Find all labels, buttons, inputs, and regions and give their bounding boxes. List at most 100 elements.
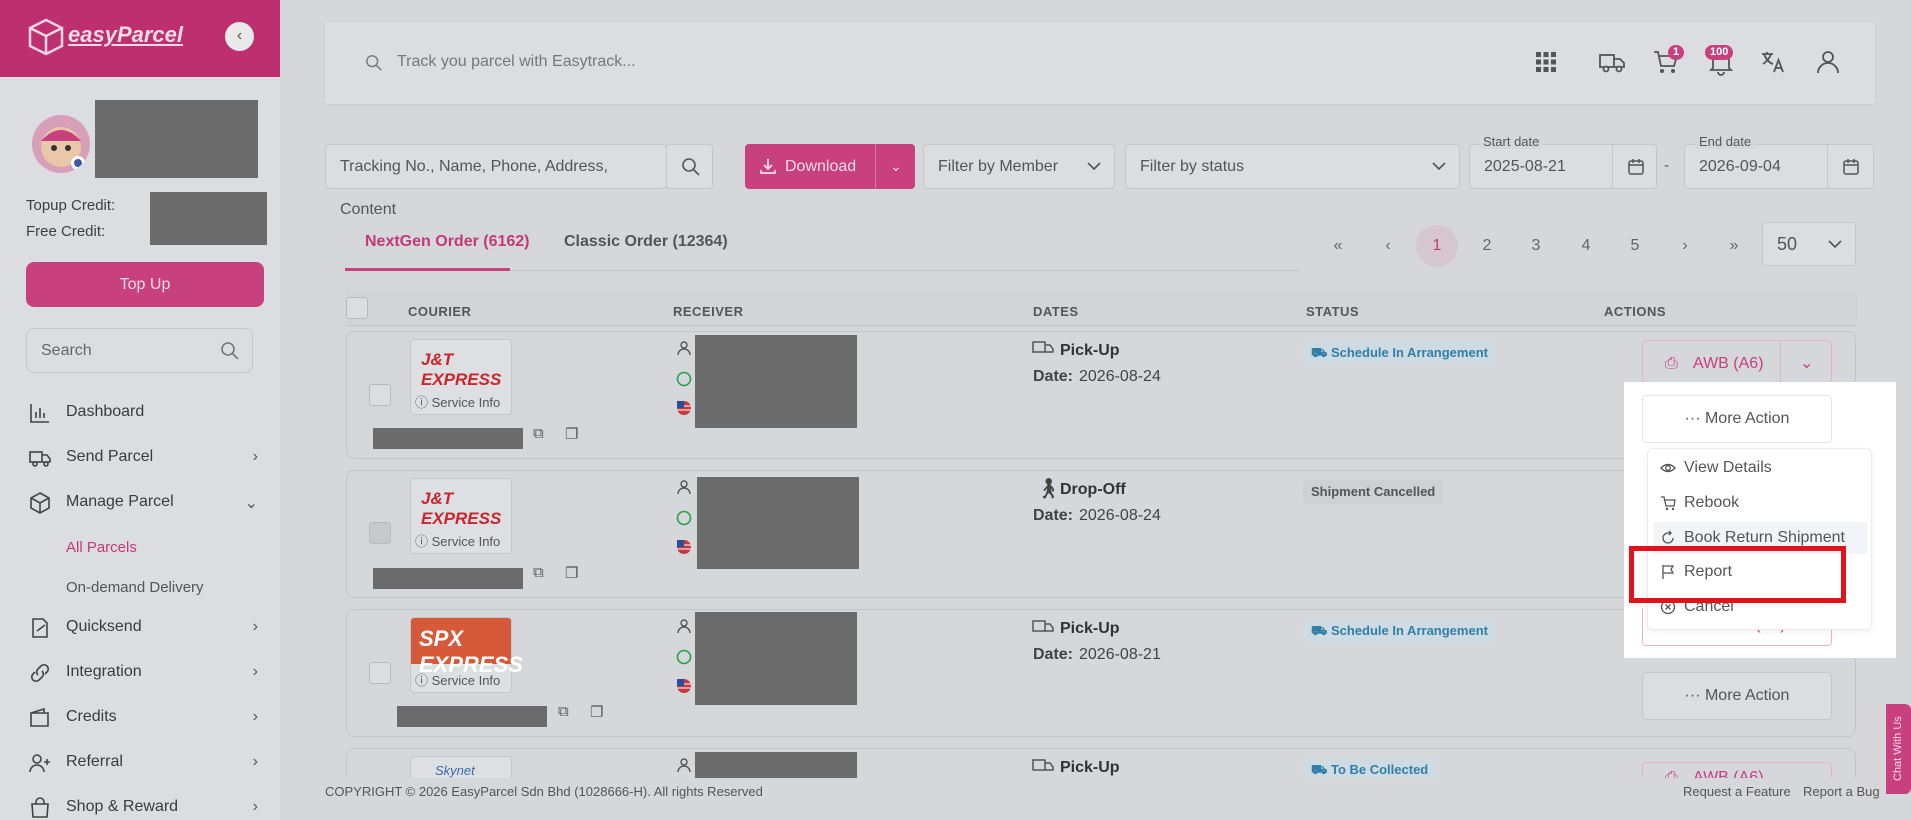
courier-logo-spx: SPX EXPRESS ⓘ Service Info [410, 617, 523, 693]
service-info-label: Service Info [431, 534, 501, 549]
avatar[interactable] [32, 115, 90, 173]
date-type: Pick-Up [1060, 620, 1120, 637]
menu-item-rebook[interactable]: Rebook [1654, 487, 1867, 519]
top-up-button[interactable]: Top Up [26, 262, 264, 307]
whatsapp-icon[interactable] [676, 510, 692, 526]
service-info-link[interactable]: ⓘ Service Info [415, 670, 500, 689]
awb-print-button[interactable]: ⎙ AWB (A6) ⌄ [1642, 340, 1832, 388]
tracking-search-button[interactable] [666, 144, 713, 189]
service-info-link[interactable]: ⓘ Service Info [415, 392, 500, 411]
sidebar-item-label: Credits [66, 708, 117, 725]
end-date-input[interactable]: 2026-09-04 [1684, 144, 1874, 189]
cart-count-badge: 1 [1668, 45, 1685, 60]
receiver-details-redacted [697, 477, 859, 569]
row-checkbox[interactable] [369, 662, 391, 684]
more-action-button[interactable]: ··· More Action [1642, 395, 1832, 443]
copy-icon[interactable]: ❐ [565, 564, 578, 582]
pagination-first[interactable]: « [1317, 225, 1359, 267]
truck-icon [1032, 759, 1054, 771]
row-checkbox[interactable] [369, 384, 391, 406]
calendar-icon[interactable] [1842, 158, 1860, 176]
copy-icon[interactable]: ❐ [565, 425, 578, 443]
truck-icon: ⛟ [1311, 345, 1331, 360]
sidebar-item-label: Manage Parcel [66, 493, 174, 510]
pagination-page-2[interactable]: 2 [1466, 225, 1508, 267]
sidebar-item-manage-parcel[interactable]: Manage Parcel ⌄ [28, 489, 258, 519]
filter-member-select[interactable]: Filter by Member [923, 144, 1115, 189]
translate-icon[interactable] [1759, 48, 1787, 76]
open-external-icon[interactable]: ⧉ [533, 425, 544, 442]
pagination-next[interactable]: › [1664, 225, 1706, 267]
courier-name: J&T EXPRESS [421, 350, 502, 389]
free-credit-label: Free Credit: [26, 223, 106, 240]
chevron-down-icon[interactable]: ⌄ [1800, 341, 1813, 387]
shopping-bag-icon [31, 797, 49, 818]
start-date-input[interactable]: 2025-08-21 [1469, 144, 1657, 189]
tab-classic-order[interactable]: Classic Order (12364) [564, 233, 728, 251]
chevron-down-icon[interactable]: ⌄ [890, 144, 902, 189]
top-header: Track you parcel with Easytrack... 1 100 [325, 22, 1875, 104]
divider [1612, 145, 1613, 188]
pagination-page-5[interactable]: 5 [1614, 225, 1656, 267]
sidebar-item-quicksend[interactable]: Quicksend › [28, 614, 258, 644]
sidebar-item-send-parcel[interactable]: Send Parcel › [28, 444, 258, 474]
tracking-number-redacted [373, 568, 523, 589]
receiver-details-redacted [695, 612, 857, 705]
column-header-actions: ACTIONS [1604, 304, 1666, 319]
report-bug-link[interactable]: Report a Bug [1803, 784, 1880, 799]
menu-item-view-details[interactable]: View Details [1654, 452, 1867, 484]
sidebar-search-input[interactable]: Search [26, 328, 253, 373]
whatsapp-icon[interactable] [676, 649, 692, 665]
sidebar-item-referral[interactable]: Referral › [28, 749, 258, 779]
copy-icon[interactable]: ❐ [590, 703, 603, 721]
start-date-caption: Start date [1480, 134, 1543, 149]
pagination-last[interactable]: » [1713, 225, 1755, 267]
collapse-sidebar-button[interactable]: ‹ [225, 22, 254, 51]
filter-member-label: Filter by Member [938, 158, 1059, 175]
courier-logo-jnt: J&T EXPRESS ⓘ Service Info [410, 339, 512, 415]
service-info-link[interactable]: ⓘ Service Info [415, 531, 500, 550]
per-page-select[interactable]: 50 [1762, 222, 1856, 266]
apps-grid-icon[interactable] [1532, 48, 1560, 76]
sidebar-item-shop-reward[interactable]: Shop & Reward › [28, 794, 258, 820]
filter-status-select[interactable]: Filter by status [1125, 144, 1460, 189]
sidebar-item-credits[interactable]: Credits › [28, 704, 258, 734]
open-external-icon[interactable]: ⧉ [558, 703, 569, 720]
tracking-search-input[interactable]: Tracking No., Name, Phone, Address, Cont… [325, 144, 667, 218]
tab-nextgen-order[interactable]: NextGen Order (6162) [365, 233, 530, 251]
more-action-button[interactable]: ··· More Action [1642, 672, 1832, 720]
calendar-icon[interactable] [1627, 158, 1645, 176]
menu-item-label: Book Return Shipment [1684, 529, 1845, 546]
sidebar-item-dashboard[interactable]: Dashboard [28, 399, 258, 429]
pagination-page-1[interactable]: 1 [1416, 225, 1458, 267]
chevron-right-icon: › [252, 448, 258, 465]
pagination-prev[interactable]: ‹ [1367, 225, 1409, 267]
sidebar-item-label: Integration [66, 663, 142, 680]
row-checkbox[interactable] [369, 522, 391, 544]
select-all-checkbox[interactable] [346, 297, 368, 319]
tab-divider [510, 270, 1300, 271]
tracking-number-redacted [373, 428, 523, 449]
whatsapp-icon[interactable] [676, 371, 692, 387]
pagination-page-3[interactable]: 3 [1515, 225, 1557, 267]
malaysia-flag-icon [677, 679, 691, 693]
service-info-label: Service Info [431, 395, 501, 410]
sidebar-subitem-on-demand[interactable]: On-demand Delivery [66, 579, 204, 596]
request-feature-link[interactable]: Request a Feature [1683, 784, 1791, 799]
mascot-icon [41, 127, 85, 170]
courier-name: J&T EXPRESS [421, 489, 502, 528]
sidebar-subitem-all-parcels[interactable]: All Parcels [66, 539, 137, 556]
easytrack-search-input[interactable]: Track you parcel with Easytrack... [353, 42, 1533, 84]
chat-with-us-button[interactable]: Chat With Us [1886, 704, 1911, 794]
truck-icon: ⛟ [1311, 623, 1331, 638]
open-external-icon[interactable]: ⧉ [533, 564, 544, 581]
date-prefix: Date: [1033, 646, 1074, 663]
sidebar-item-integration[interactable]: Integration › [28, 659, 258, 689]
download-button[interactable]: Download ⌄ [745, 144, 915, 189]
user-profile-icon[interactable] [1814, 48, 1842, 76]
start-date-value: 2025-08-21 [1484, 158, 1566, 175]
pagination-page-4[interactable]: 4 [1565, 225, 1607, 267]
truck-icon [1032, 620, 1054, 632]
truck-icon[interactable] [1598, 48, 1626, 76]
column-header-dates: DATES [1033, 304, 1079, 319]
